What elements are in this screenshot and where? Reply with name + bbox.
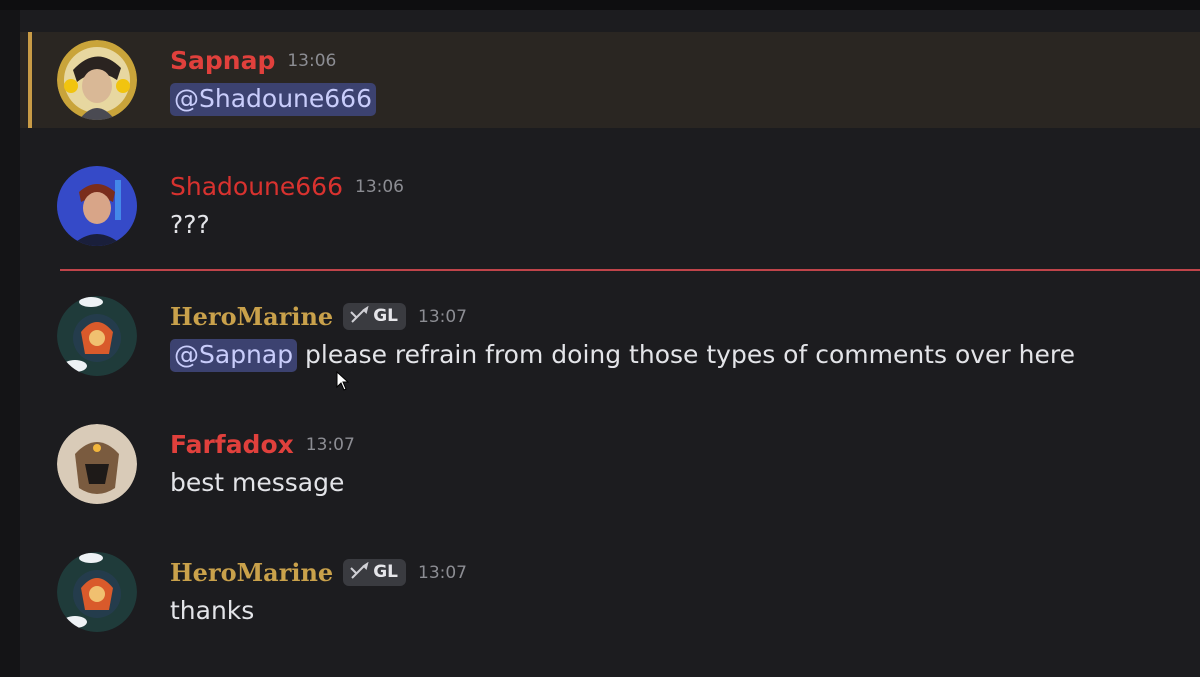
role-tag-label: GL — [373, 306, 398, 326]
user-avatar-icon[interactable] — [57, 424, 137, 504]
message-list: Sapnap 13:06 @Shadoune666 Shadoune666 13:0… — [20, 10, 1200, 677]
user-avatar-icon[interactable] — [57, 552, 137, 632]
message-item[interactable]: Farfadox 13:07 best message — [20, 416, 1200, 512]
timestamp[interactable]: 13:06 — [355, 177, 404, 197]
message-content: ??? — [170, 210, 210, 239]
user-mention[interactable]: @Sapnap — [170, 339, 298, 372]
timestamp[interactable]: 13:07 — [418, 307, 467, 327]
role-tag[interactable]: GL — [343, 303, 406, 330]
username[interactable]: Farfadox — [170, 430, 294, 459]
crossed-swords-icon — [350, 561, 369, 579]
mouse-cursor-icon — [336, 370, 350, 395]
message-item[interactable]: HeroMarine GL 13:07 thanks — [20, 544, 1200, 640]
message-item[interactable]: Sapnap 13:06 @Shadoune666 — [20, 32, 1200, 128]
message-text: please refrain from doing those types of… — [297, 340, 1075, 369]
timestamp[interactable]: 13:07 — [418, 563, 467, 583]
role-tag[interactable]: GL — [343, 559, 406, 586]
timestamp[interactable]: 13:06 — [287, 51, 336, 71]
message-header: HeroMarine GL 13:07 — [170, 302, 467, 331]
message-content: @Sapnap please refrain from doing those … — [170, 339, 1075, 372]
message-content: thanks — [170, 596, 255, 625]
channel-sidebar-edge — [0, 10, 20, 677]
message-item[interactable]: Shadoune666 13:06 ??? — [20, 158, 1200, 254]
mention-highlight-bar — [28, 32, 32, 128]
user-avatar-icon[interactable] — [57, 166, 137, 246]
user-avatar-icon[interactable] — [57, 296, 137, 376]
username[interactable]: Shadoune666 — [170, 172, 343, 201]
user-mention[interactable]: @Shadoune666 — [170, 83, 376, 116]
message-content: @Shadoune666 — [170, 83, 376, 116]
message-header: Shadoune666 13:06 — [170, 172, 404, 201]
top-bar — [0, 0, 1200, 10]
message-header: Farfadox 13:07 — [170, 430, 355, 459]
crossed-swords-icon — [350, 305, 369, 323]
timestamp[interactable]: 13:07 — [306, 435, 355, 455]
message-item[interactable]: HeroMarine GL 13:07 @Sapnap please refrain… — [20, 288, 1200, 384]
message-content: best message — [170, 468, 345, 497]
user-avatar-icon[interactable] — [57, 40, 137, 120]
role-tag-label: GL — [373, 562, 398, 582]
discord-chat-window: Sapnap 13:06 @Shadoune666 Shadoune666 13:0… — [0, 0, 1200, 677]
username[interactable]: Sapnap — [170, 46, 275, 75]
username[interactable]: HeroMarine — [170, 302, 333, 331]
new-messages-divider — [60, 269, 1200, 271]
message-header: Sapnap 13:06 — [170, 46, 336, 75]
message-header: HeroMarine GL 13:07 — [170, 558, 467, 587]
username[interactable]: HeroMarine — [170, 558, 333, 587]
